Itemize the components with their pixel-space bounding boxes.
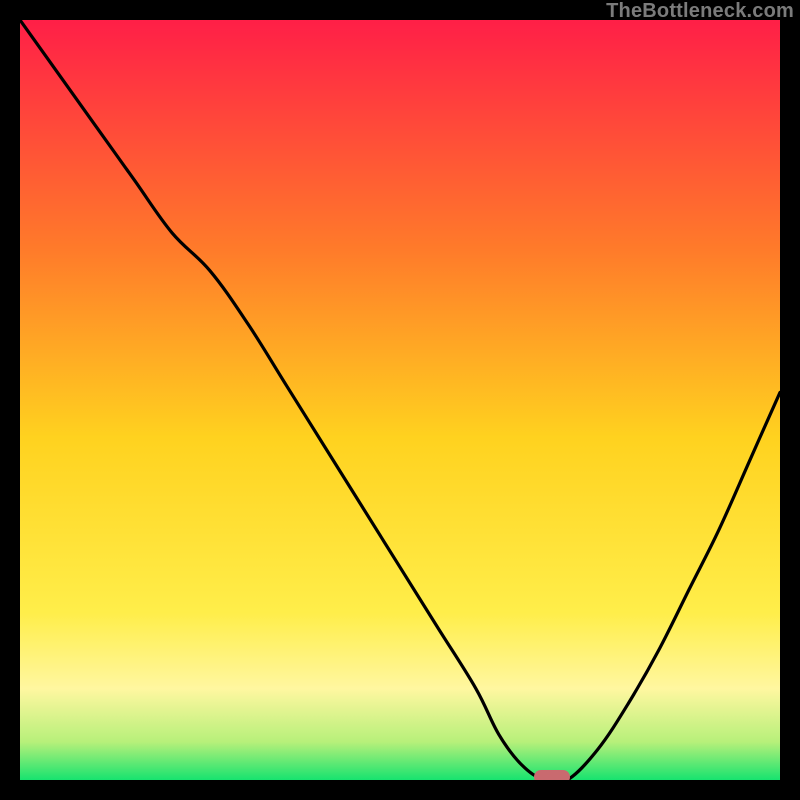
background-gradient xyxy=(20,20,780,780)
chart-frame: TheBottleneck.com xyxy=(0,0,800,800)
watermark-text: TheBottleneck.com xyxy=(606,0,794,23)
plot-area xyxy=(20,20,780,780)
optimal-marker xyxy=(534,770,570,780)
